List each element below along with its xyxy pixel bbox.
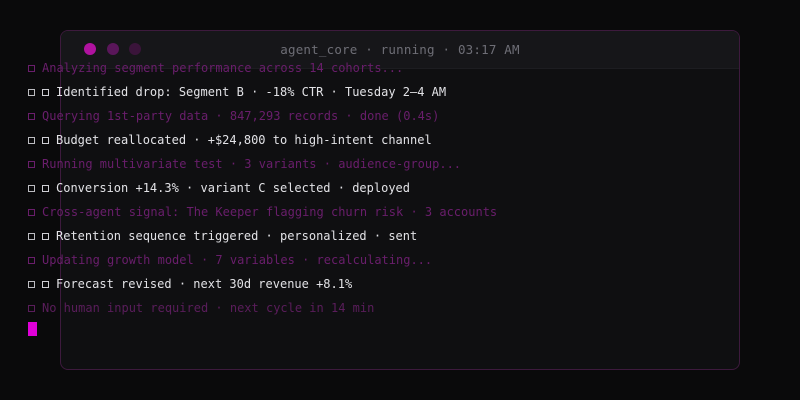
log-output: Analyzing segment performance across 14 …	[28, 56, 790, 320]
log-line-text: Cross-agent signal: The Keeper flagging …	[42, 205, 498, 219]
log-line: Conversion +14.3% · variant C selected ·…	[28, 176, 790, 200]
log-line-text: No human input required · next cycle in …	[42, 301, 375, 315]
square-check-icon	[42, 184, 49, 192]
log-line-text: Conversion +14.3% · variant C selected ·…	[56, 181, 411, 195]
log-line: Retention sequence triggered · personali…	[28, 224, 790, 248]
log-line: Budget reallocated · +$24,800 to high-in…	[28, 128, 790, 152]
square-check-icon	[42, 88, 49, 96]
square-bullet-icon	[28, 256, 35, 264]
square-check-icon	[42, 232, 49, 240]
window-title: agent_core · running · 03:17 AM	[280, 42, 520, 57]
log-line: Analyzing segment performance across 14 …	[28, 56, 790, 80]
square-bullet-icon	[28, 184, 35, 192]
square-bullet-icon	[28, 280, 35, 288]
log-line: Forecast revised · next 30d revenue +8.1…	[28, 272, 790, 296]
square-check-icon	[42, 136, 49, 144]
log-line: Identified drop: Segment B · -18% CTR · …	[28, 80, 790, 104]
square-bullet-icon	[28, 304, 35, 312]
square-bullet-icon	[28, 232, 35, 240]
log-line-text: Retention sequence triggered · personali…	[56, 229, 418, 243]
log-line-text: Budget reallocated · +$24,800 to high-in…	[56, 133, 432, 147]
log-line: Cross-agent signal: The Keeper flagging …	[28, 200, 790, 224]
square-check-icon	[42, 280, 49, 288]
square-bullet-icon	[28, 136, 35, 144]
log-line-text: Updating growth model · 7 variables · re…	[42, 253, 433, 267]
log-line-text: Identified drop: Segment B · -18% CTR · …	[56, 85, 447, 99]
log-line: Running multivariate test · 3 variants ·…	[28, 152, 790, 176]
log-line: Updating growth model · 7 variables · re…	[28, 248, 790, 272]
log-line-text: Querying 1st-party data · 847,293 record…	[42, 109, 440, 123]
log-line-text: Running multivariate test · 3 variants ·…	[42, 157, 462, 171]
square-bullet-icon	[28, 160, 35, 168]
log-line-text: Forecast revised · next 30d revenue +8.1…	[56, 277, 353, 291]
square-bullet-icon	[28, 208, 35, 216]
square-bullet-icon	[28, 88, 35, 96]
terminal-cursor[interactable]	[28, 322, 37, 336]
log-line: Querying 1st-party data · 847,293 record…	[28, 104, 790, 128]
log-line-text: Analyzing segment performance across 14 …	[42, 61, 404, 75]
square-bullet-icon	[28, 112, 35, 120]
log-line: No human input required · next cycle in …	[28, 296, 790, 320]
square-bullet-icon	[28, 64, 35, 72]
